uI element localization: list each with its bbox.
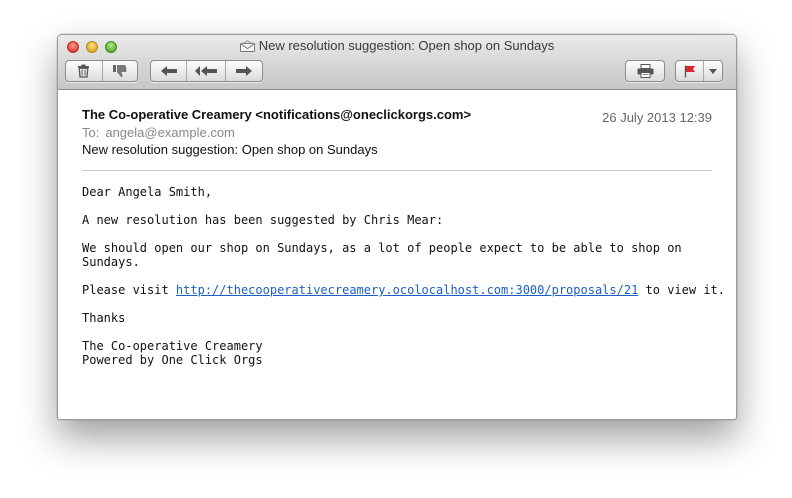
printer-icon [637,64,654,78]
visit-line: Please visit http://thecooperativecreame… [82,283,725,297]
window-title-bar: New resolution suggestion: Open shop on … [58,38,736,55]
reply-all-icon [194,65,218,77]
greeting: Dear Angela Smith, [82,185,213,199]
visit-suffix: to view it. [638,283,725,297]
proposal-line: Sundays. [82,255,140,269]
proposal-line: We should open our shop on Sundays, as a… [82,241,682,255]
delete-button[interactable] [66,61,102,81]
message-subject: New resolution suggestion: Open shop on … [82,142,378,157]
signature-line: The Co-operative Creamery [82,339,263,353]
window-toolbar: New resolution suggestion: Open shop on … [58,35,736,90]
signature: The Co-operative Creamery Powered by One… [82,339,722,367]
chevron-down-icon [709,68,718,74]
trash-icon [77,64,90,78]
recipient[interactable]: angela@example.com [105,125,235,140]
envelope-icon [239,40,255,55]
header-divider [82,170,712,171]
reply-icon [160,65,178,77]
reply-button[interactable] [151,61,186,81]
reply-forward-group [150,60,263,82]
forward-icon [235,65,253,77]
message-date: 26 July 2013 12:39 [602,110,712,125]
forward-button[interactable] [224,61,262,81]
to-label: To: [82,125,100,140]
proposal-text: We should open our shop on Sundays, as a… [82,241,722,269]
sender[interactable]: The Co-operative Creamery <notifications… [82,107,471,122]
flag-menu-button[interactable] [703,61,722,81]
print-group [625,60,665,82]
flag-group [675,60,723,82]
signature-line: Powered by One Click Orgs [82,353,263,367]
visit-prefix: Please visit [82,283,176,297]
window-title: New resolution suggestion: Open shop on … [258,38,555,53]
junk-button[interactable] [101,61,138,81]
mail-window: New resolution suggestion: Open shop on … [57,34,737,420]
message-body: Dear Angela Smith, A new resolution has … [82,185,725,381]
intro-line: A new resolution has been suggested by C… [82,213,444,227]
thumbs-down-icon [112,64,128,78]
flag-icon [684,65,696,78]
print-button[interactable] [626,61,664,81]
delete-junk-group [65,60,138,82]
flag-button[interactable] [676,61,703,81]
recipient-row: To: angela@example.com [82,125,235,140]
thanks: Thanks [82,311,126,325]
reply-all-button[interactable] [186,61,224,81]
proposal-link[interactable]: http://thecooperativecreamery.ocolocalho… [176,283,638,297]
